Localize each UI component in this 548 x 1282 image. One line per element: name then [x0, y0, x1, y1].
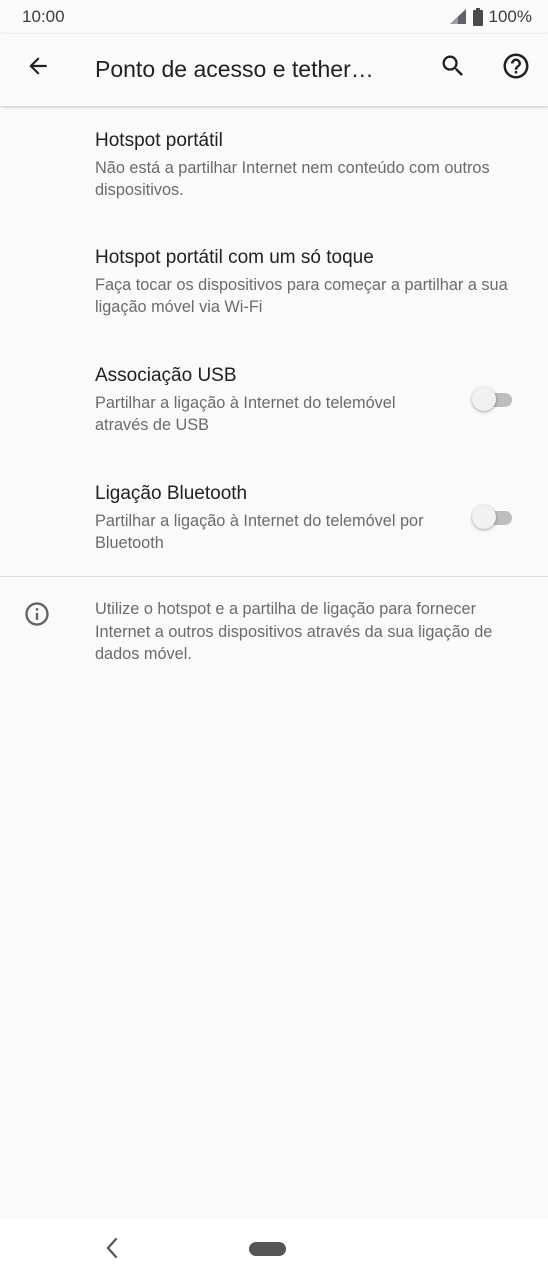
footer-info-text: Utilize o hotspot e a partilha de ligaçã… — [95, 600, 493, 663]
setting-ligacao-bluetooth[interactable]: Ligação Bluetooth Partilhar a ligação à … — [0, 459, 548, 576]
setting-associacao-usb[interactable]: Associação USB Partilhar a ligação à Int… — [0, 341, 548, 458]
battery-percentage: 100% — [488, 7, 532, 26]
toggle-thumb — [472, 387, 496, 411]
setting-hotspot-um-toque[interactable]: Hotspot portátil com um só toque Faça to… — [0, 223, 548, 340]
navigation-bar — [0, 1218, 548, 1282]
setting-title: Hotspot portátil com um só toque — [95, 247, 374, 268]
home-pill[interactable] — [249, 1242, 286, 1256]
help-button[interactable] — [494, 46, 538, 90]
info-icon — [23, 600, 51, 628]
status-icons: 100% — [449, 7, 532, 27]
page-title: Ponto de acesso e tether… — [95, 56, 374, 82]
back-arrow-icon — [25, 53, 51, 84]
back-button[interactable] — [16, 46, 60, 90]
nav-back-icon — [104, 1237, 120, 1264]
app-bar: Ponto de acesso e tether… — [0, 34, 548, 106]
search-button[interactable] — [431, 46, 475, 90]
setting-summary: Partilhar a ligação à Internet do telemó… — [95, 394, 396, 434]
bluetooth-tethering-toggle[interactable] — [472, 504, 514, 532]
setting-summary: Não está a partilhar Internet nem conteú… — [95, 159, 490, 199]
help-icon — [501, 51, 531, 86]
setting-title: Associação USB — [95, 365, 237, 386]
search-icon — [439, 52, 467, 85]
setting-hotspot-portatil[interactable]: Hotspot portátil Não está a partilhar In… — [0, 106, 548, 223]
setting-title: Ligação Bluetooth — [95, 483, 248, 504]
battery-icon — [472, 8, 483, 26]
status-time: 10:00 — [22, 7, 65, 26]
setting-title: Hotspot portátil — [95, 130, 223, 151]
setting-summary: Faça tocar os dispositivos para começar … — [95, 276, 508, 316]
usb-tethering-toggle[interactable] — [472, 386, 514, 414]
nav-back-button[interactable] — [98, 1236, 126, 1264]
toggle-thumb — [472, 505, 496, 529]
status-bar: 10:00 100% — [0, 0, 548, 34]
signal-icon — [449, 9, 467, 25]
setting-summary: Partilhar a ligação à Internet do telemó… — [95, 512, 424, 552]
divider — [0, 576, 548, 577]
